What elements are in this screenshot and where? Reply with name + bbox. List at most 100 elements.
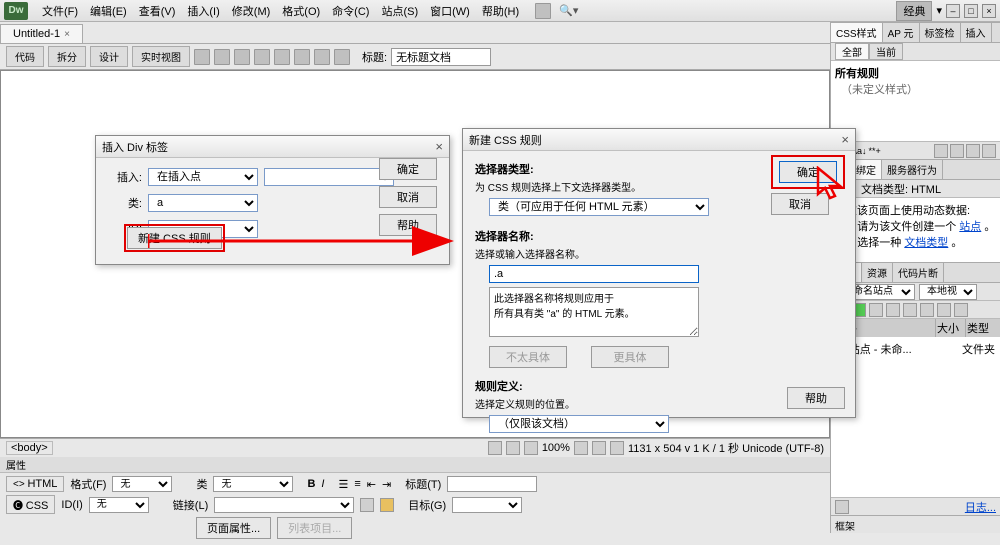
insert-div-titlebar[interactable]: 插入 Div 标签 × [96,136,449,158]
format-select[interactable]: 无 [112,476,172,492]
view-split-button[interactable]: 拆分 [48,46,86,67]
menu-command[interactable]: 命令(C) [326,1,375,21]
view-select[interactable]: 本地视图 [919,284,977,300]
menu-modify[interactable]: 修改(M) [226,1,277,21]
col-type[interactable]: 类型 [966,319,1000,337]
link-select[interactable] [214,497,354,513]
class-select2[interactable]: 无 [213,476,293,492]
insert-div-cancel-button[interactable]: 取消 [379,186,437,208]
site-link[interactable]: 站点 [959,221,981,233]
minimize-icon[interactable]: – [946,4,960,18]
tab-tag-inspector[interactable]: 标签检 [920,23,961,42]
hand-tool-icon[interactable] [506,441,520,455]
menu-edit[interactable]: 编辑(E) [84,1,133,21]
class-label: 类: [108,195,142,211]
ruler-icon[interactable] [574,441,588,455]
view-design-button[interactable]: 设计 [90,46,128,67]
toolbar-icon-6[interactable] [294,49,310,65]
edit-icon[interactable] [966,144,980,158]
site-row-name[interactable]: 站点 - 未命... [849,341,962,357]
menu-help[interactable]: 帮助(H) [476,1,525,21]
device-icon[interactable] [610,441,624,455]
tab-ap-elements[interactable]: AP 元 [883,23,920,42]
guides-icon[interactable] [592,441,606,455]
maximize-icon[interactable]: □ [964,4,978,18]
sync-icon[interactable] [937,303,951,317]
tab-assets[interactable]: 资源 [862,263,893,282]
menu-site[interactable]: 站点(S) [375,1,424,21]
workspace-dropdown-icon[interactable]: ▾ [936,4,942,17]
insert-target-select[interactable] [264,168,394,186]
tab-css-styles[interactable]: CSS样式 [831,23,883,42]
rule-def-select[interactable]: （仅限该文档） [489,415,669,433]
layout-icon[interactable] [535,3,551,19]
new-css-rule-titlebar[interactable]: 新建 CSS 规则 × [463,129,855,151]
checkout-icon[interactable] [903,303,917,317]
menu-file[interactable]: 文件(F) [36,1,84,21]
title-input2[interactable] [447,476,537,492]
insert-div-close-icon[interactable]: × [435,139,443,154]
new-rule-icon[interactable] [950,144,964,158]
bold-icon[interactable]: B [307,478,315,490]
get-icon[interactable] [869,303,883,317]
outdent-icon[interactable]: ⇤ [367,478,376,491]
workspace-classic[interactable]: 经典 [896,1,932,21]
ready-icon [835,500,849,514]
tab-insert[interactable]: 插入 [961,23,992,42]
properties-header[interactable]: 属性 [0,457,830,473]
css-current-button[interactable]: 当前 [869,43,903,60]
attach-icon[interactable] [934,144,948,158]
class-select[interactable]: a [148,194,258,212]
toolbar-icon-5[interactable] [274,49,290,65]
toolbar-icon-1[interactable] [194,49,210,65]
expand-icon[interactable] [954,303,968,317]
zoom-value[interactable]: 100% [542,442,570,454]
page-properties-button[interactable]: 页面属性... [196,517,271,539]
checkin-icon[interactable] [920,303,934,317]
tab-server-behaviors[interactable]: 服务器行为 [882,160,943,179]
col-size[interactable]: 大小 [936,319,966,337]
css-all-button[interactable]: 全部 [835,43,869,60]
new-css-help-button[interactable]: 帮助 [787,387,845,409]
search-icon[interactable]: 🔍▾ [559,4,578,17]
menu-format[interactable]: 格式(O) [276,1,326,21]
tab-close-icon[interactable]: × [64,29,70,40]
toolbar-icon-2[interactable] [214,49,230,65]
title-input[interactable] [391,48,491,66]
italic-icon[interactable]: I [321,478,324,490]
zoom-tool-icon[interactable] [524,441,538,455]
selector-type-select[interactable]: 类（可应用于任何 HTML 元素） [489,198,709,216]
view-code-button[interactable]: 代码 [6,46,44,67]
close-icon[interactable]: × [982,4,996,18]
id-select2[interactable]: 无 [89,497,149,513]
doctype-link[interactable]: 文档类型 [904,237,948,249]
frame-panel[interactable]: 框架 [831,515,1000,533]
target-select[interactable] [452,497,522,513]
toolbar-icon-7[interactable] [314,49,330,65]
indent-icon[interactable]: ⇥ [382,478,391,491]
menu-insert[interactable]: 插入(I) [181,1,225,21]
selector-name-input[interactable] [489,265,699,283]
prop-mode-html[interactable]: <> HTML [6,476,64,492]
browse-folder-icon[interactable] [380,498,394,512]
tab-snippets[interactable]: 代码片断 [893,263,944,282]
toolbar-icon-8[interactable] [334,49,350,65]
document-tab-untitled[interactable]: Untitled-1 × [0,24,83,43]
put-icon[interactable] [886,303,900,317]
toolbar-icon-3[interactable] [234,49,250,65]
log-link[interactable]: 日志... [965,499,996,515]
delete-icon[interactable] [982,144,996,158]
point-to-file-icon[interactable] [360,498,374,512]
tag-selector[interactable]: <body> [6,441,53,455]
toolbar-icon-4[interactable] [254,49,270,65]
menu-view[interactable]: 查看(V) [133,1,182,21]
insert-div-ok-button[interactable]: 确定 [379,158,437,180]
ol-icon[interactable]: ≡ [354,478,360,490]
menu-window[interactable]: 窗口(W) [424,1,476,21]
prop-mode-css[interactable]: 🅒 CSS [6,495,55,514]
insert-point-select[interactable]: 在插入点 [148,168,258,186]
view-live-button[interactable]: 实时视图 [132,46,190,67]
new-css-rule-close-icon[interactable]: × [841,132,849,147]
select-tool-icon[interactable] [488,441,502,455]
ul-icon[interactable]: ☰ [338,478,348,491]
